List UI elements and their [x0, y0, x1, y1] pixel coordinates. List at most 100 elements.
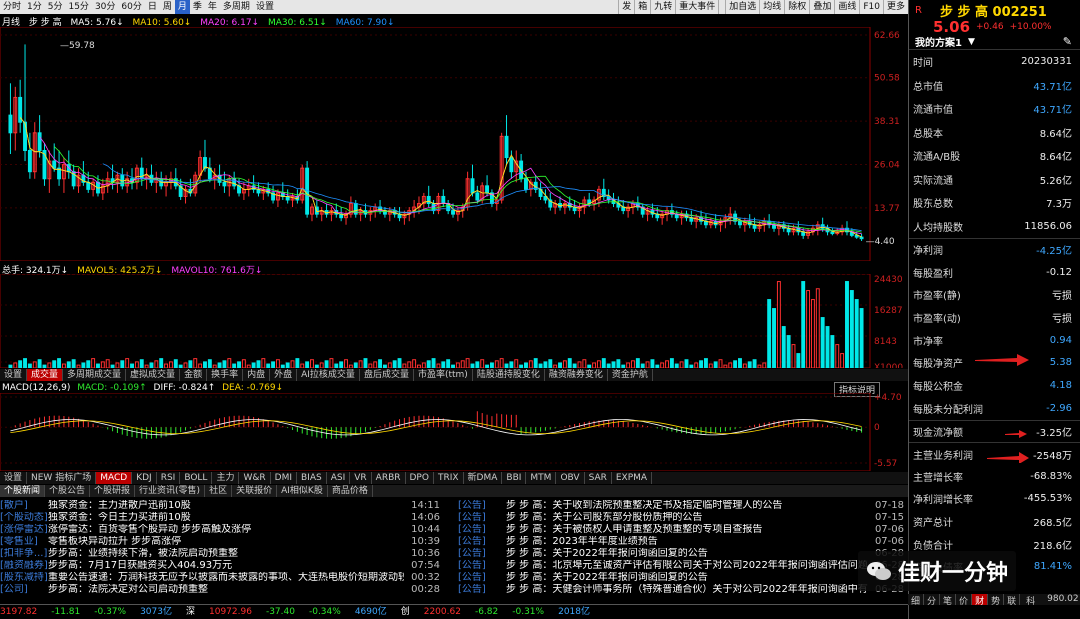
indicator-tab[interactable]: AI拉核成交量 [297, 369, 360, 381]
fin-row[interactable]: 市净率 0.94 [909, 329, 1080, 352]
toolbar-action[interactable]: 加自选 [725, 0, 759, 14]
news-tab[interactable]: 商品价格 [328, 485, 373, 497]
sub-indicator-tab[interactable]: NEW 指标广场 [27, 472, 97, 484]
news-item[interactable]: [零售业] 零售板块异动拉升 步步高涨停 10:39 [0, 536, 444, 548]
period-tab[interactable]: 季 [190, 0, 205, 14]
period-tab[interactable]: 年 [205, 0, 220, 14]
news-title[interactable]: 步步高：业绩持续下滑，被法院启动预重整 [48, 548, 404, 560]
fin-row[interactable]: 净利润 -4.25亿 [909, 238, 1080, 261]
panel-tab[interactable]: 细 [908, 594, 925, 607]
toolbar-action[interactable]: 发 [618, 0, 634, 14]
news-item[interactable]: [公告] 步 步 高：北京埠元至诚资产评估有限公司关于对公司2022年年报问询函评… [458, 560, 908, 572]
period-tab[interactable]: 多周期 [220, 0, 253, 14]
toolbar-action[interactable]: 箱 [634, 0, 650, 14]
news-tab[interactable]: AI相似K股 [277, 485, 328, 497]
macd-chart[interactable]: +4.70 0 -5.57 [0, 393, 908, 471]
indicator-tab[interactable]: 市盈率(ttm) [414, 369, 473, 381]
news-item[interactable]: [涨停雷达] 涨停雷达：百货零售个股异动 步步高触及涨停 10:44 [0, 524, 444, 536]
period-tab[interactable]: 1分 [24, 0, 45, 14]
indicator-tab[interactable]: 金额 [180, 369, 208, 381]
news-title[interactable]: 步 步 高：天健会计师事务所（特殊普通合伙）关于对公司2022年年报问询函中有.… [506, 584, 868, 596]
fin-row[interactable]: 主营增长率 -68.83% [909, 465, 1080, 488]
news-tab[interactable]: 个股新闻 [0, 485, 46, 497]
fin-row[interactable]: 实际流通 5.26亿 [909, 168, 1080, 192]
sub-indicator-tab[interactable]: W&R [239, 472, 271, 484]
toolbar-action[interactable]: 均线 [759, 0, 784, 14]
sub-indicator-tab[interactable]: ARBR [372, 472, 406, 484]
toolbar-action[interactable]: 更多 [882, 0, 908, 14]
sub-indicator-tab[interactable]: MACD [96, 472, 133, 484]
indicator-tab[interactable]: 外盘 [270, 369, 298, 381]
toolbar-action[interactable]: 除权 [784, 0, 809, 14]
indicator-tab[interactable]: 陆股通持股变化 [473, 369, 545, 381]
news-title[interactable]: 步 步 高：关于2022年年报问询函回复的公告 [506, 572, 868, 584]
period-tab[interactable]: 30分 [92, 0, 118, 14]
news-tab[interactable]: 社区 [205, 485, 233, 497]
fin-row[interactable]: 每股盈利 -0.12 [909, 261, 1080, 284]
indicator-tab[interactable]: 多周期成交量 [63, 369, 127, 381]
news-tab[interactable]: 个股研报 [90, 485, 136, 497]
fin-row[interactable]: 总股本 8.64亿 [909, 121, 1080, 145]
indicator-tab[interactable]: 融资融券变化 [545, 369, 608, 381]
plan-selector[interactable]: 我的方案1 ▼ ✎ [909, 34, 1080, 50]
news-title[interactable]: 步 步 高：2023年半年度业绩预告 [506, 536, 868, 548]
news-title[interactable]: 步步高：7月17日获融资买入404.93万元 [48, 560, 404, 572]
period-tab[interactable]: 日 [145, 0, 160, 14]
sub-indicator-tab[interactable]: 设置 [0, 472, 28, 484]
sub-indicator-tab[interactable]: BIAS [297, 472, 327, 484]
sub-indicator-tab[interactable]: EXPMA [612, 472, 653, 484]
news-item[interactable]: [公告]步 步 高：关于2022年年报问询函回复的公告06-28 [458, 548, 908, 560]
panel-tab[interactable]: 笔 [940, 594, 957, 607]
news-item[interactable]: [公告]步 步 高：关于2022年年报问询函回复的公告06-28 [458, 572, 908, 584]
news-item[interactable]: [扣非争...] 步步高：业绩持续下滑，被法院启动预重整 10:36 [0, 548, 444, 560]
fin-row[interactable]: 资产总计 268.5亿 [909, 510, 1080, 533]
indicator-tab[interactable]: 成交量 [27, 369, 64, 381]
news-title[interactable]: 独家资金：主力进散户迅前10股 [48, 500, 404, 512]
fin-row[interactable]: 净利润增长率 -455.53% [909, 488, 1080, 511]
sub-indicator-tab[interactable]: OBV [556, 472, 585, 484]
period-tab[interactable]: 设置 [253, 0, 277, 14]
news-tab[interactable]: 行业资讯(零售) [135, 485, 206, 497]
news-title[interactable]: 独家资金：今日主力买进前10股 [48, 512, 404, 524]
fin-row[interactable]: 人均持股数 11856.06 [909, 215, 1080, 239]
chevron-down-icon[interactable]: ▼ [968, 37, 975, 47]
panel-tab[interactable]: 价 [956, 594, 973, 607]
edit-icon[interactable]: ✎ [1063, 35, 1072, 48]
toolbar-action[interactable]: 九转 [650, 0, 675, 14]
fin-row[interactable]: 股东总数 7.3万 [909, 191, 1080, 215]
volume-chart[interactable]: 24430 16287 8143 X1000 [0, 274, 908, 368]
indicator-tab[interactable]: 设置 [0, 369, 28, 381]
indicator-tab[interactable]: 虚拟成交量 [126, 369, 181, 381]
news-tab[interactable]: 个股公告 [45, 485, 91, 497]
news-item[interactable]: [公告] 步 步 高：2023年半年度业绩预告 07-06 [458, 536, 908, 548]
news-title[interactable]: 步 步 高：北京埠元至诚资产评估有限公司关于对公司2022年年报问询函评估问题.… [506, 560, 868, 572]
fin-row[interactable]: 流通A/B股 8.64亿 [909, 144, 1080, 168]
panel-tab[interactable]: 联 [1004, 594, 1021, 607]
panel-tab[interactable]: 财 [972, 594, 989, 607]
toolbar-action[interactable]: 叠加 [809, 0, 834, 14]
sub-indicator-tab[interactable]: RSI [157, 472, 181, 484]
panel-tab[interactable]: 分 [924, 594, 941, 607]
news-title[interactable]: 步步高：法院决定对公司启动预重整 [48, 584, 404, 596]
news-title[interactable]: 重要公告速递：万润科技无应予以披露而未披露的事项、大连热电股价短期波动较大 [48, 572, 404, 584]
sub-indicator-tab[interactable]: BBI [502, 472, 527, 484]
period-tab[interactable]: 周 [160, 0, 175, 14]
sub-indicator-tab[interactable]: BOLL [180, 472, 213, 484]
kline-chart[interactable]: 62.66 50.58 38.31 26.04 13.77 —59.78 —4.40 [0, 27, 908, 261]
fin-row[interactable]: 流通市值 43.71亿 [909, 97, 1080, 121]
news-tab[interactable]: 关联报价 [232, 485, 278, 497]
news-item[interactable]: [公告] 步 步 高：关于收到法院预重整决定书及指定临时管理人的公告 07-18 [458, 500, 908, 512]
period-tab[interactable]: 月 [174, 0, 190, 14]
news-title[interactable]: 零售板块异动拉升 步步高涨停 [48, 536, 404, 548]
sub-indicator-tab[interactable]: SAR [585, 472, 612, 484]
sub-indicator-tab[interactable]: 主力 [212, 472, 240, 484]
sub-indicator-tab[interactable]: KDJ [132, 472, 157, 484]
toolbar-action[interactable]: 重大事件 [675, 0, 718, 14]
period-tab[interactable]: 15分 [65, 0, 91, 14]
period-tab[interactable]: 分时 [0, 0, 24, 14]
toolbar-action[interactable] [718, 0, 725, 14]
news-item[interactable]: [公告] 步 步 高：天健会计师事务所（特殊普通合伙）关于对公司2022年年报问询… [458, 584, 908, 596]
news-item[interactable]: [融资融券] 步步高：7月17日获融资买入404.93万元 07:54 [0, 560, 444, 572]
sub-indicator-tab[interactable]: ASI [327, 472, 351, 484]
indicator-tab[interactable]: 盘后成交量 [360, 369, 414, 381]
